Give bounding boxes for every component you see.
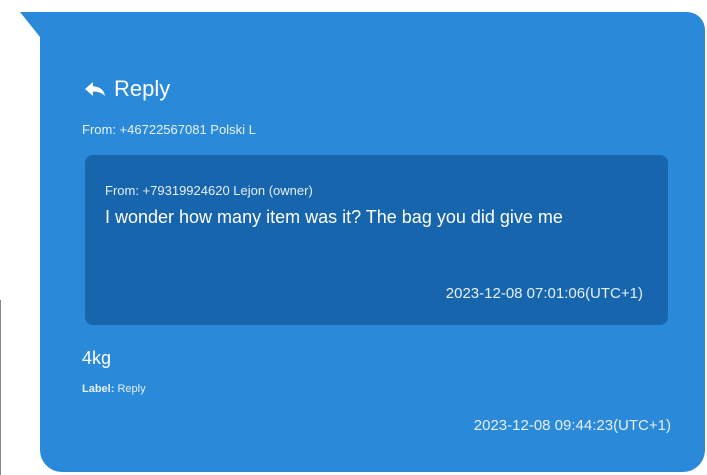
message-text: 4kg — [82, 348, 112, 368]
message-label: Label: Reply — [82, 383, 146, 395]
label-value: Reply — [117, 383, 146, 395]
quoted-message-text: I wonder how many item was it? The bag y… — [105, 207, 563, 227]
message-bubble[interactable]: Reply From: +46722567081 Polski L From: … — [40, 12, 705, 472]
reply-header: Reply — [84, 76, 170, 102]
quoted-sender-line: From: +79319924620 Lejon (owner) — [105, 183, 313, 198]
chat-view: Reply From: +46722567081 Polski L From: … — [0, 0, 707, 475]
reply-heading: Reply — [114, 76, 171, 101]
panel-divider — [0, 300, 1, 475]
quoted-timestamp: 2023-12-08 07:01:06(UTC+1) — [445, 285, 643, 302]
quoted-message[interactable]: From: +79319924620 Lejon (owner) I wonde… — [85, 155, 668, 325]
reply-arrow-icon — [85, 82, 105, 96]
label-key: Label: — [82, 383, 115, 395]
sender-line: From: +46722567081 Polski L — [82, 122, 256, 137]
message-timestamp: 2023-12-08 09:44:23(UTC+1) — [473, 417, 671, 434]
